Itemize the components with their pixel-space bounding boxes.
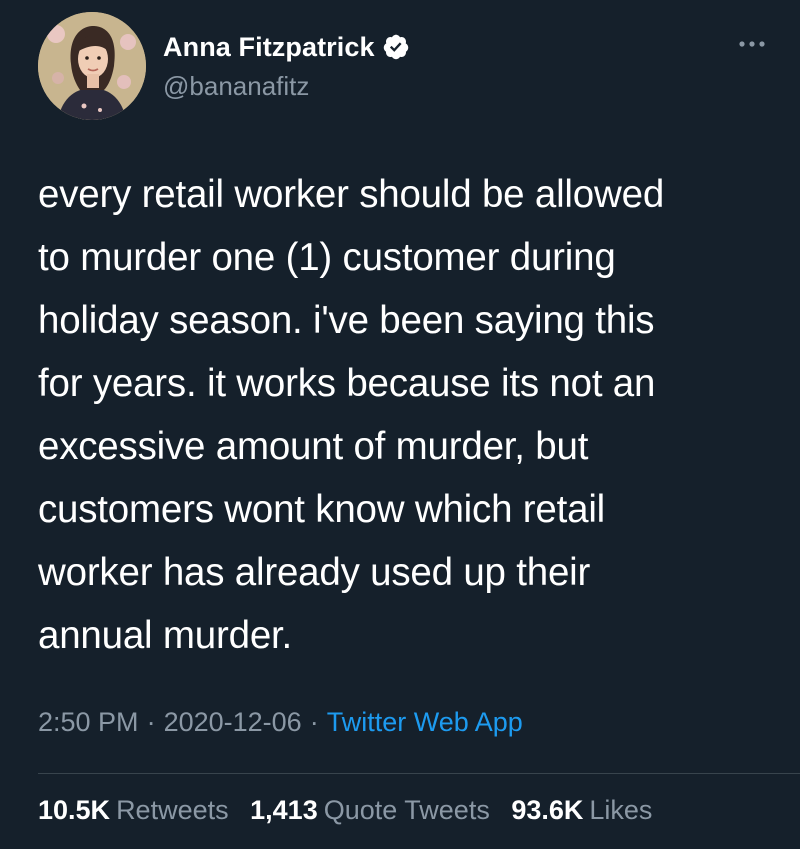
tweet-text-line: to murder one (1) customer during xyxy=(38,236,616,279)
divider xyxy=(38,773,800,774)
tweet-text-line: holiday season. i've been saying this xyxy=(38,299,655,342)
tweet-meta: 2:50 PM · 2020-12-06 · Twitter Web App xyxy=(38,707,523,738)
tweet-text: every retail worker should be allowed to… xyxy=(38,163,758,667)
quote-tweets-label: Quote Tweets xyxy=(323,795,490,825)
tweet-text-line: for years. it works because its not an xyxy=(38,362,656,405)
retweets-label: Retweets xyxy=(116,795,229,825)
tweet-date[interactable]: 2020-12-06 xyxy=(164,707,302,737)
meta-separator: · xyxy=(146,707,156,737)
tweet: Anna Fitzpatrick @bananafitz every retai… xyxy=(0,0,800,849)
tweet-text-line: every retail worker should be allowed xyxy=(38,173,665,216)
verified-badge-icon xyxy=(383,34,408,60)
quote-tweets-stat[interactable]: 1,413 Quote Tweets xyxy=(250,795,490,825)
more-options-icon[interactable] xyxy=(736,34,768,54)
likes-label: Likes xyxy=(589,795,653,825)
display-name[interactable]: Anna Fitzpatrick xyxy=(163,32,375,63)
tweet-text-line: customers wont know which retail xyxy=(38,488,606,531)
author-handle[interactable]: @bananafitz xyxy=(163,71,410,102)
display-name-row: Anna Fitzpatrick xyxy=(163,30,410,64)
tweet-stats: 10.5K Retweets 1,413 Quote Tweets 93.6K Lik… xyxy=(38,795,666,826)
author-info: Anna Fitzpatrick @bananafitz xyxy=(163,30,410,102)
tweet-header: Anna Fitzpatrick @bananafitz xyxy=(38,12,778,122)
likes-stat[interactable]: 93.6K Likes xyxy=(511,795,652,825)
quote-tweets-count: 1,413 xyxy=(250,795,318,825)
retweets-stat[interactable]: 10.5K Retweets xyxy=(38,795,229,825)
tweet-text-line: excessive amount of murder, but xyxy=(38,425,589,468)
avatar[interactable] xyxy=(38,12,146,120)
tweet-text-line: worker has already used up their xyxy=(38,551,591,594)
tweet-time[interactable]: 2:50 PM xyxy=(38,707,139,737)
likes-count: 93.6K xyxy=(511,795,584,825)
meta-separator: · xyxy=(309,707,319,737)
retweets-count: 10.5K xyxy=(38,795,111,825)
avatar-illustration-icon xyxy=(38,12,146,120)
tweet-text-line: annual murder. xyxy=(38,614,293,657)
tweet-source-link[interactable]: Twitter Web App xyxy=(327,707,523,737)
